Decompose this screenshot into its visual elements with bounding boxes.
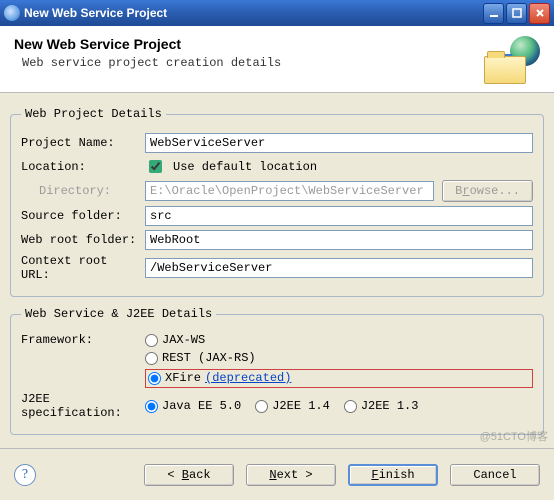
group-legend: Web Service & J2EE Details [21, 307, 216, 321]
close-button[interactable] [529, 3, 550, 24]
web-service-j2ee-group: Web Service & J2EE Details Framework: JA… [10, 307, 544, 435]
directory-label: Directory: [21, 184, 139, 198]
maximize-button[interactable] [506, 3, 527, 24]
location-label: Location: [21, 160, 139, 174]
radio-label: Java EE 5.0 [162, 399, 241, 413]
window-titlebar: New Web Service Project [0, 0, 554, 26]
back-button[interactable]: < Back [144, 464, 234, 486]
header-subtitle: Web service project creation details [14, 56, 484, 70]
radio-label: XFire [165, 371, 201, 385]
window-title: New Web Service Project [24, 6, 483, 20]
app-icon [4, 5, 20, 21]
context-root-input[interactable] [145, 258, 533, 278]
framework-xfire-radio[interactable]: XFire [148, 371, 201, 385]
browse-button: Browse... [442, 180, 533, 202]
radio-label: J2EE 1.4 [272, 399, 330, 413]
use-default-location-checkbox[interactable] [149, 160, 162, 173]
watermark: @51CTO博客 [480, 428, 548, 444]
source-folder-input[interactable] [145, 206, 533, 226]
radio-label: J2EE 1.3 [361, 399, 419, 413]
directory-input [145, 181, 434, 201]
next-button[interactable]: Next > [246, 464, 336, 486]
project-name-input[interactable] [145, 133, 533, 153]
finish-button[interactable]: Finish [348, 464, 438, 486]
framework-label: Framework: [21, 333, 139, 347]
wizard-icon [484, 36, 540, 84]
help-button[interactable]: ? [14, 464, 36, 486]
web-project-details-group: Web Project Details Project Name: Locati… [10, 107, 544, 297]
j2ee-spec-label: J2EE specification: [21, 392, 139, 420]
framework-jaxws-radio[interactable]: JAX-WS [145, 333, 533, 347]
project-name-label: Project Name: [21, 136, 139, 150]
framework-xfire-highlight: XFire (deprecated) [145, 369, 533, 388]
j2ee-ee5-radio[interactable]: Java EE 5.0 [145, 399, 241, 413]
web-root-label: Web root folder: [21, 233, 139, 247]
radio-label: JAX-WS [162, 333, 205, 347]
xfire-deprecated-link[interactable]: (deprecated) [205, 371, 291, 385]
j2ee-14-radio[interactable]: J2EE 1.4 [255, 399, 330, 413]
j2ee-13-radio[interactable]: J2EE 1.3 [344, 399, 419, 413]
cancel-button[interactable]: Cancel [450, 464, 540, 486]
context-root-label: Context root URL: [21, 254, 139, 282]
group-legend: Web Project Details [21, 107, 166, 121]
source-folder-label: Source folder: [21, 209, 139, 223]
use-default-location-label: Use default location [173, 160, 317, 174]
header-title: New Web Service Project [14, 36, 484, 52]
radio-label: REST (JAX-RS) [162, 351, 256, 365]
web-root-input[interactable] [145, 230, 533, 250]
wizard-header: New Web Service Project Web service proj… [0, 26, 554, 93]
minimize-button[interactable] [483, 3, 504, 24]
wizard-button-bar: ? < Back Next > Finish Cancel [0, 448, 554, 500]
framework-rest-radio[interactable]: REST (JAX-RS) [145, 351, 533, 365]
